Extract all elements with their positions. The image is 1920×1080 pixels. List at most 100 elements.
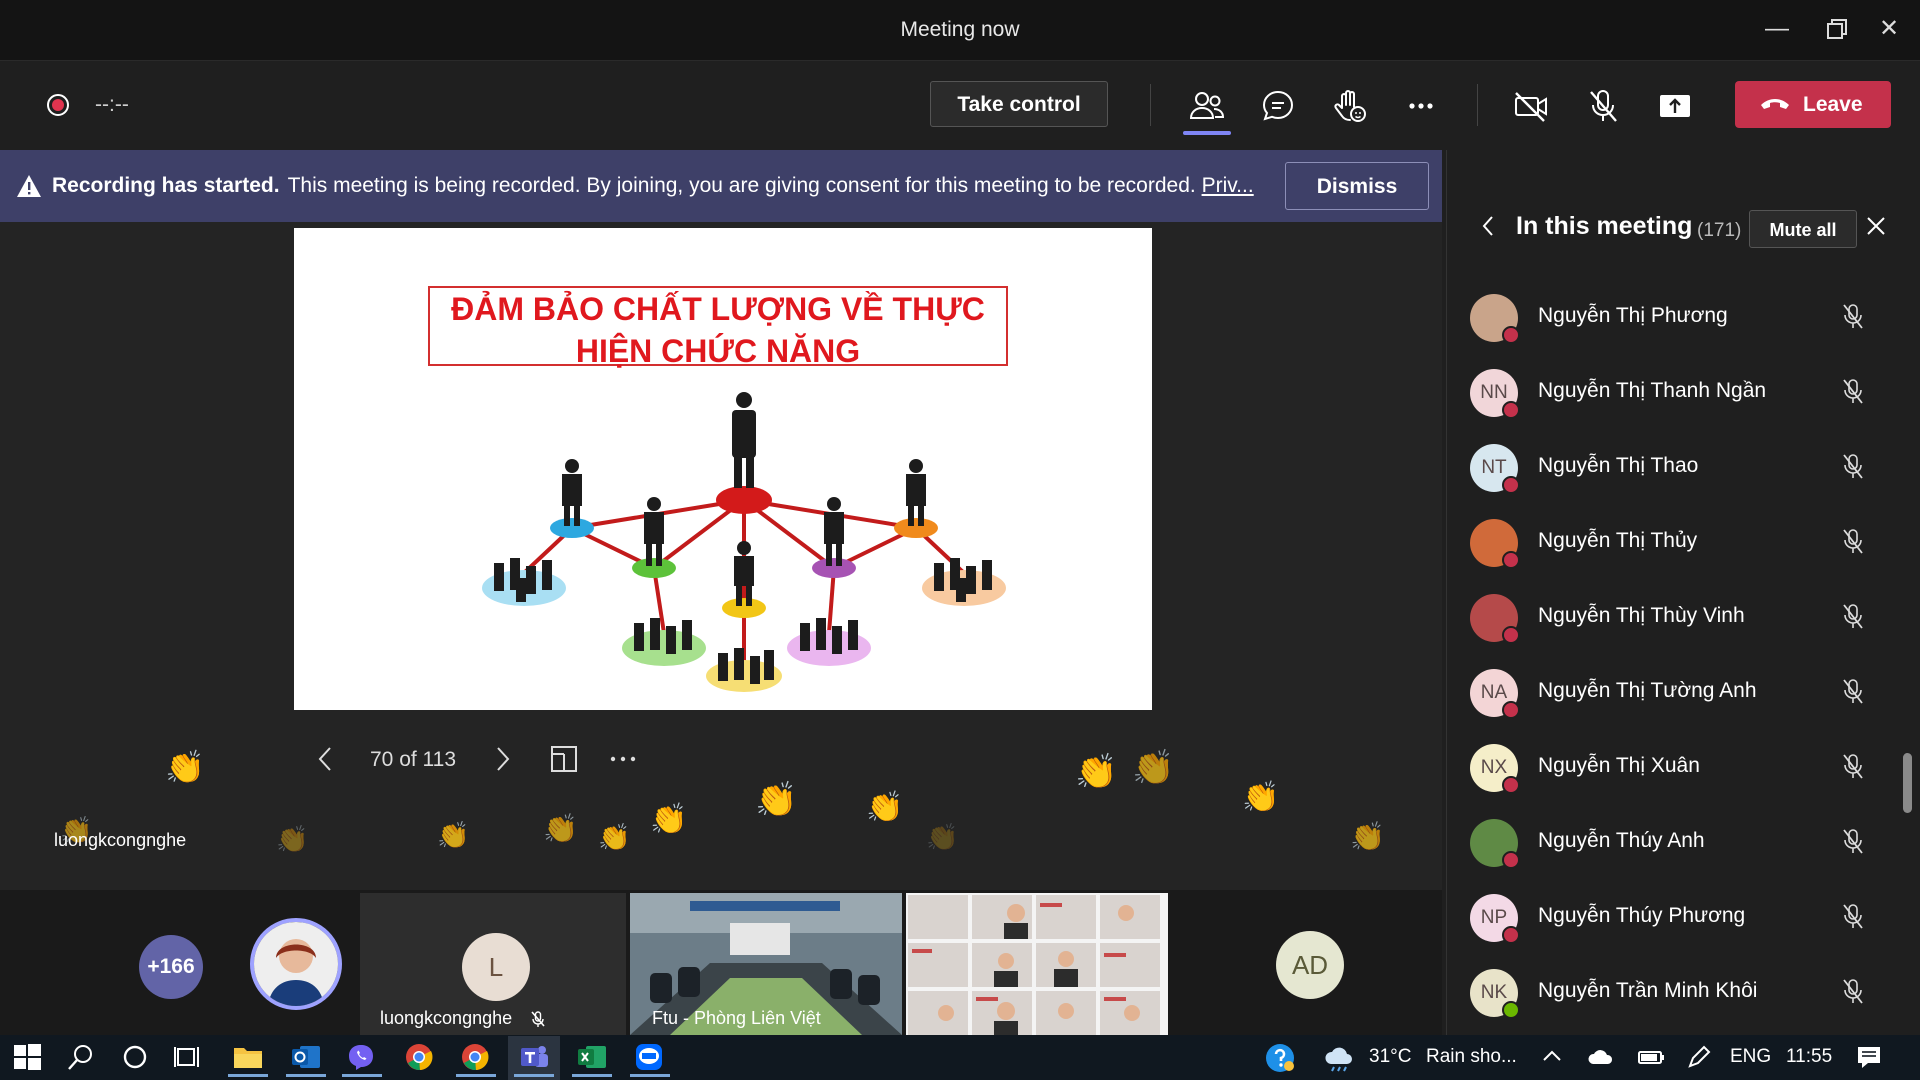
panel-scrollbar[interactable] <box>1903 753 1912 813</box>
clap-reaction-icon: 👏 <box>437 820 470 850</box>
muted-mic-icon[interactable] <box>1840 677 1866 705</box>
camera-off-icon[interactable] <box>1511 86 1551 126</box>
battery-icon[interactable] <box>1636 1042 1668 1074</box>
restore-icon[interactable] <box>1822 14 1852 44</box>
outlook-icon[interactable] <box>290 1042 322 1074</box>
muted-mic-icon[interactable] <box>1840 977 1866 1005</box>
task-view-icon[interactable] <box>172 1042 204 1074</box>
participant-name: Nguyễn Thúy Anh <box>1538 829 1705 852</box>
teams-icon[interactable] <box>518 1042 550 1074</box>
clap-reaction-icon: 👏 <box>650 803 688 836</box>
hang-up-icon <box>1761 99 1789 109</box>
participant-name: Nguyễn Thúy Phương <box>1538 904 1746 927</box>
participants-icon[interactable] <box>1187 86 1227 126</box>
muted-mic-icon[interactable] <box>1840 902 1866 930</box>
participant-avatar <box>1470 519 1520 569</box>
participant-row[interactable]: NA Nguyễn Thị Tường Anh <box>1470 661 1890 721</box>
participant-row[interactable]: NK Nguyễn Trần Minh Khôi <box>1470 961 1890 1021</box>
clap-reaction-icon: 👏 <box>1242 781 1280 814</box>
windows-start-icon[interactable] <box>12 1042 44 1074</box>
participant-name: Nguyễn Thị Tường Anh <box>1538 679 1757 702</box>
onedrive-icon[interactable] <box>1586 1042 1618 1074</box>
cortana-icon[interactable] <box>120 1042 152 1074</box>
more-participants-badge[interactable]: +166 <box>139 935 203 999</box>
participant-tile-gallery[interactable] <box>906 893 1168 1035</box>
participant-avatar <box>1470 594 1520 644</box>
chat-icon[interactable] <box>1258 86 1298 126</box>
participant-row[interactable]: NT Nguyễn Thị Thao <box>1470 436 1890 496</box>
muted-mic-icon[interactable] <box>1840 827 1866 855</box>
taskbar-active-indicator <box>286 1074 326 1077</box>
viber-icon[interactable] <box>346 1042 378 1074</box>
close-window-icon[interactable]: ✕ <box>1874 14 1904 44</box>
shared-slide: ĐẢM BẢO CHẤT LƯỢNG VỀ THỰC HIỆN CHỨC NĂN… <box>294 228 1152 710</box>
participant-row[interactable]: NN Nguyễn Thị Thanh Ngần <box>1470 361 1890 421</box>
raise-hand-icon[interactable] <box>1330 86 1370 126</box>
weather-cloud-icon[interactable] <box>1322 1042 1354 1074</box>
title-bar: Meeting now — ✕ <box>0 0 1920 61</box>
search-icon[interactable] <box>66 1042 98 1074</box>
notifications-icon[interactable] <box>1854 1042 1886 1074</box>
help-icon[interactable] <box>1264 1042 1296 1074</box>
more-options-icon[interactable] <box>1401 86 1441 126</box>
clap-reaction-icon: 👏 <box>755 781 798 819</box>
participant-avatar <box>1470 294 1520 344</box>
muted-mic-icon[interactable] <box>1840 602 1866 630</box>
participant-row[interactable]: Nguyễn Thị Thùy Vinh <box>1470 586 1890 646</box>
slide-page-indicator: 70 of 113 <box>370 748 457 771</box>
toolbar-divider <box>1477 84 1478 126</box>
zalo-icon[interactable] <box>634 1042 666 1074</box>
previous-slide-icon[interactable] <box>316 745 334 779</box>
participant-row[interactable]: Nguyễn Thị Phương <box>1470 286 1890 346</box>
participant-row[interactable]: Nguyễn Thúy Anh <box>1470 811 1890 871</box>
clap-reaction-icon: 👏 <box>1075 753 1118 791</box>
muted-mic-icon[interactable] <box>1840 452 1866 480</box>
active-speaker-avatar[interactable] <box>250 918 342 1010</box>
clock-time[interactable]: 11:55 <box>1786 1046 1832 1068</box>
weather-condition[interactable]: Rain sho... <box>1426 1046 1517 1068</box>
close-panel-icon[interactable] <box>1864 214 1888 243</box>
muted-mic-icon <box>531 1011 545 1028</box>
participant-tile-room[interactable]: Ftu - Phòng Liên Việt <box>630 893 902 1035</box>
weather-temperature[interactable]: 31°C <box>1369 1046 1411 1068</box>
taskbar-active-indicator <box>572 1074 612 1077</box>
muted-mic-icon[interactable] <box>1840 377 1866 405</box>
show-hidden-icons-icon[interactable] <box>1540 1042 1572 1074</box>
pen-icon[interactable] <box>1684 1042 1716 1074</box>
excel-icon[interactable] <box>576 1042 608 1074</box>
mute-all-button[interactable]: Mute all <box>1749 210 1857 248</box>
presence-status-icon <box>1502 701 1520 719</box>
input-language[interactable]: ENG <box>1730 1046 1771 1068</box>
dismiss-button[interactable]: Dismiss <box>1285 162 1429 210</box>
meeting-timer: --:-- <box>95 93 129 116</box>
slide-grid-icon[interactable] <box>550 745 578 779</box>
muted-mic-icon[interactable] <box>1840 527 1866 555</box>
muted-mic-icon[interactable] <box>1840 302 1866 330</box>
minimize-icon[interactable]: — <box>1762 14 1792 44</box>
participant-avatar-ad[interactable]: AD <box>1276 931 1344 999</box>
chrome-icon[interactable] <box>404 1042 436 1074</box>
take-control-button[interactable]: Take control <box>930 81 1108 127</box>
file-explorer-icon[interactable] <box>232 1042 264 1074</box>
back-chevron-icon[interactable] <box>1480 212 1496 245</box>
taskbar-active-indicator <box>456 1074 496 1077</box>
participant-row[interactable]: NP Nguyễn Thúy Phương <box>1470 886 1890 946</box>
participant-row[interactable]: Nguyễn Thị Thủy <box>1470 511 1890 571</box>
participant-row[interactable]: NX Nguyễn Thị Xuân <box>1470 736 1890 796</box>
chrome-profile-icon[interactable] <box>460 1042 492 1074</box>
presence-status-icon <box>1502 626 1520 644</box>
slide-more-icon[interactable] <box>608 745 638 779</box>
leave-button[interactable]: Leave <box>1735 81 1891 128</box>
participant-count: (171) <box>1697 220 1742 241</box>
muted-mic-icon[interactable] <box>1840 752 1866 780</box>
privacy-link[interactable]: Priv... <box>1202 174 1254 197</box>
presence-status-icon <box>1502 1001 1520 1019</box>
taskbar-active-indicator <box>630 1074 670 1077</box>
share-screen-icon[interactable] <box>1655 86 1695 126</box>
clap-reaction-icon: 👏 <box>1132 749 1175 787</box>
mic-off-icon[interactable] <box>1583 86 1623 126</box>
taskbar-active-indicator <box>342 1074 382 1077</box>
banner-title: Recording has started. <box>52 174 280 197</box>
speaker-photo <box>254 922 338 1006</box>
next-slide-icon[interactable] <box>494 745 512 779</box>
